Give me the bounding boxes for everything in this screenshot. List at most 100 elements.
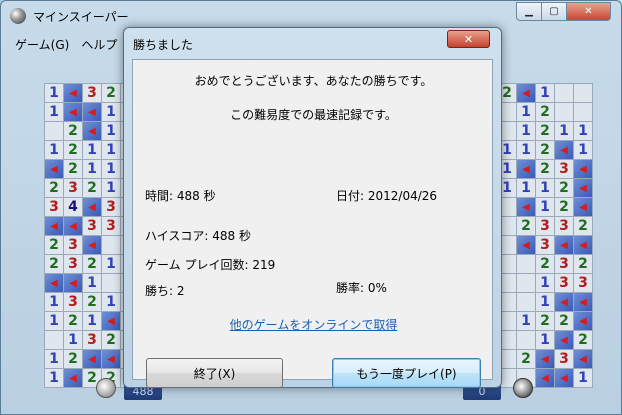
mine-cell[interactable] <box>45 331 63 349</box>
window-close-button[interactable]: ✕ <box>566 2 611 21</box>
mine-cell[interactable]: 3 <box>536 217 554 235</box>
mine-cell[interactable]: ◀ <box>64 274 82 292</box>
mine-cell[interactable]: 2 <box>102 84 120 102</box>
mine-cell[interactable]: 2 <box>64 122 82 140</box>
mine-cell[interactable]: 1 <box>102 122 120 140</box>
mine-cell[interactable]: 1 <box>102 255 120 273</box>
minefield-right[interactable]: 2 ◀ 1 1 2 1 2 1 1 1 1 2 ◀ 1 1 ◀ 2 3 ◀ 1 1 1 2 ◀ ◀ 1 2 ◀ 2 3 3 2 ◀ 3 ◀ ◀ 2 3 2 1… <box>497 83 593 388</box>
mine-cell[interactable]: ◀ <box>83 122 101 140</box>
mine-cell[interactable]: 2 <box>64 160 82 178</box>
mine-cell[interactable]: ◀ <box>517 236 535 254</box>
mine-cell[interactable]: ◀ <box>536 350 554 368</box>
mine-cell[interactable]: 1 <box>536 198 554 216</box>
mine-cell[interactable]: 1 <box>102 179 120 197</box>
menu-help[interactable]: ヘルプ <box>81 36 117 54</box>
mine-cell[interactable]: ◀ <box>102 350 120 368</box>
mine-cell[interactable]: 2 <box>536 103 554 121</box>
minimize-button[interactable]: ▁ <box>516 2 542 21</box>
mine-cell[interactable]: 1 <box>45 141 63 159</box>
mine-cell[interactable]: ◀ <box>83 236 101 254</box>
mine-cell[interactable]: 3 <box>83 331 101 349</box>
mine-cell[interactable]: 1 <box>45 293 63 311</box>
mine-cell[interactable]: 3 <box>102 198 120 216</box>
mine-cell[interactable]: 1 <box>517 312 535 330</box>
mine-cell[interactable]: 2 <box>536 255 554 273</box>
mine-cell[interactable]: 2 <box>555 179 573 197</box>
mine-cell[interactable]: 3 <box>555 217 573 235</box>
mine-cell[interactable]: ◀ <box>45 217 63 235</box>
mine-cell[interactable]: 3 <box>555 350 573 368</box>
mine-cell[interactable] <box>555 103 573 121</box>
mine-cell[interactable]: ◀ <box>555 331 573 349</box>
mine-cell[interactable]: ◀ <box>45 274 63 292</box>
mine-cell[interactable]: 1 <box>45 312 63 330</box>
mine-cell[interactable] <box>45 122 63 140</box>
mine-cell[interactable]: 2 <box>83 255 101 273</box>
mine-cell[interactable]: 1 <box>536 274 554 292</box>
mine-cell[interactable] <box>517 293 535 311</box>
mine-cell[interactable]: 1 <box>83 274 101 292</box>
mine-cell[interactable]: 2 <box>83 179 101 197</box>
mine-cell[interactable]: 2 <box>555 312 573 330</box>
mine-cell[interactable]: 1 <box>574 122 592 140</box>
mine-cell[interactable]: 3 <box>45 198 63 216</box>
mine-cell[interactable]: 1 <box>45 369 63 387</box>
mine-cell[interactable] <box>574 103 592 121</box>
mine-cell[interactable]: 1 <box>102 103 120 121</box>
mine-cell[interactable]: 2 <box>45 179 63 197</box>
exit-button[interactable]: 終了(X) <box>146 358 283 388</box>
mine-cell[interactable] <box>555 84 573 102</box>
mine-cell[interactable]: ◀ <box>574 236 592 254</box>
mine-cell[interactable]: ◀ <box>555 141 573 159</box>
mine-cell[interactable]: 3 <box>64 179 82 197</box>
mine-cell[interactable]: ◀ <box>517 198 535 216</box>
mine-cell[interactable]: 1 <box>102 293 120 311</box>
mine-cell[interactable]: 2 <box>45 236 63 254</box>
mine-cell[interactable]: 1 <box>536 331 554 349</box>
mine-cell[interactable]: ◀ <box>536 369 554 387</box>
online-games-link[interactable]: 他のゲームをオンラインで取得 <box>133 316 494 333</box>
mine-cell[interactable]: ◀ <box>64 84 82 102</box>
mine-cell[interactable]: 1 <box>574 369 592 387</box>
mine-cell[interactable]: 1 <box>45 84 63 102</box>
mine-cell[interactable] <box>102 274 120 292</box>
mine-cell[interactable]: 2 <box>536 141 554 159</box>
mine-cell[interactable]: 1 <box>555 122 573 140</box>
mine-cell[interactable]: 1 <box>536 179 554 197</box>
mine-cell[interactable]: ◀ <box>83 198 101 216</box>
mine-cell[interactable]: 1 <box>45 103 63 121</box>
mine-cell[interactable]: 1 <box>517 103 535 121</box>
mine-cell[interactable]: 2 <box>83 293 101 311</box>
mine-cell[interactable]: 1 <box>83 160 101 178</box>
mine-cell[interactable]: 1 <box>517 179 535 197</box>
mine-cell[interactable]: 3 <box>64 236 82 254</box>
mine-cell[interactable]: 2 <box>64 312 82 330</box>
mine-cell[interactable]: 2 <box>517 350 535 368</box>
mine-cell[interactable]: 1 <box>574 141 592 159</box>
mine-cell[interactable] <box>517 331 535 349</box>
mine-cell[interactable]: 2 <box>102 331 120 349</box>
mine-cell[interactable]: 2 <box>64 141 82 159</box>
mine-cell[interactable]: ◀ <box>574 179 592 197</box>
mine-cell[interactable]: ◀ <box>517 160 535 178</box>
mine-cell[interactable]: ◀ <box>555 369 573 387</box>
mine-cell[interactable]: 2 <box>536 160 554 178</box>
mine-cell[interactable]: 1 <box>83 312 101 330</box>
mine-cell[interactable]: 2 <box>574 255 592 273</box>
mine-cell[interactable]: ◀ <box>517 84 535 102</box>
mine-cell[interactable]: 1 <box>45 350 63 368</box>
mine-cell[interactable]: 1 <box>536 293 554 311</box>
mine-cell[interactable]: 3 <box>574 274 592 292</box>
mine-cell[interactable] <box>102 236 120 254</box>
mine-cell[interactable]: 3 <box>64 255 82 273</box>
mine-cell[interactable]: 3 <box>102 217 120 235</box>
mine-cell[interactable]: ◀ <box>64 369 82 387</box>
mine-cell[interactable]: 3 <box>64 293 82 311</box>
mine-cell[interactable]: 4 <box>64 198 82 216</box>
mine-cell[interactable]: 2 <box>574 331 592 349</box>
mine-cell[interactable]: ◀ <box>574 350 592 368</box>
mine-cell[interactable]: ◀ <box>83 350 101 368</box>
mine-cell[interactable]: 3 <box>555 274 573 292</box>
mine-cell[interactable]: ◀ <box>574 198 592 216</box>
mine-cell[interactable] <box>517 255 535 273</box>
